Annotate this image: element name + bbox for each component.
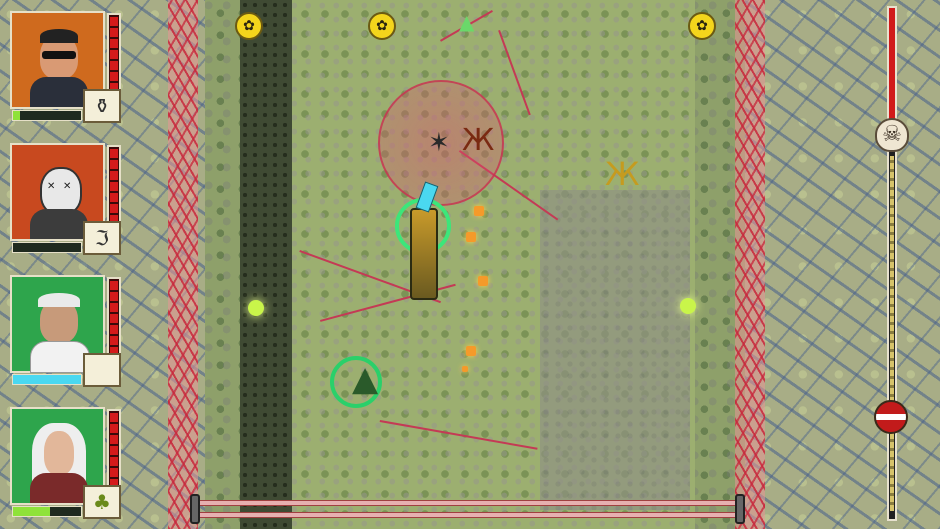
party-member-2[interactable]: ✕ ✕ ℑ bbox=[10, 143, 127, 255]
rail-cap-left bbox=[190, 494, 200, 524]
party-member-4[interactable]: ♣ bbox=[10, 407, 127, 519]
bottom-energy-rail bbox=[190, 494, 745, 524]
glyph-rune-icon[interactable]: ℑ bbox=[83, 221, 121, 255]
direction-arrow-icon: ▲ bbox=[459, 10, 475, 34]
clover-coin-icon[interactable]: ✿ bbox=[688, 12, 716, 40]
energy-bar bbox=[12, 242, 82, 253]
skull-icon: ☠ bbox=[875, 118, 909, 152]
red-vein-right bbox=[735, 0, 765, 529]
x-eye: ✕ bbox=[47, 181, 56, 192]
danger-fill bbox=[889, 8, 895, 120]
player-position-marker bbox=[874, 399, 908, 434]
energy-bar bbox=[12, 374, 82, 385]
sunglasses-hero-portrait bbox=[30, 27, 88, 107]
health-bar bbox=[107, 13, 121, 95]
fire-spark bbox=[474, 206, 484, 216]
green-pickup[interactable] bbox=[680, 298, 696, 314]
health-bar bbox=[107, 277, 121, 359]
x-eye: ✕ bbox=[63, 181, 72, 192]
health-bar bbox=[107, 145, 121, 227]
fire-spark bbox=[478, 276, 488, 286]
hair bbox=[40, 29, 78, 43]
green-pickup[interactable] bbox=[248, 300, 264, 316]
fire-spark bbox=[466, 232, 476, 242]
game-viewport: ✶ Ж Ж ▲ ▲ ✿ ✿ ✿ ⚱ ✕ ✕ ℑ ♣ ☠ bbox=[0, 0, 940, 529]
player-tank[interactable] bbox=[410, 208, 438, 300]
party-member-1[interactable]: ⚱ bbox=[10, 11, 127, 123]
enemy-gunner[interactable]: Ж bbox=[605, 158, 639, 190]
level-progress-gauge: ☠ bbox=[874, 6, 909, 521]
old-scientist-hero-portrait bbox=[30, 291, 90, 373]
dark-river bbox=[240, 0, 292, 529]
party-member-3[interactable] bbox=[10, 275, 127, 387]
enemy-brute[interactable]: Ж bbox=[462, 126, 494, 156]
pineapple-grenade-icon[interactable]: ♣ bbox=[83, 485, 121, 519]
empty-slot-icon[interactable] bbox=[83, 353, 121, 387]
white-haired-warrior-hero-portrait bbox=[30, 423, 88, 503]
potion-bag-icon[interactable]: ⚱ bbox=[83, 89, 121, 123]
energy-bar bbox=[12, 506, 82, 517]
fire-spark bbox=[466, 346, 476, 356]
energy-bar bbox=[12, 110, 82, 121]
red-vein-left bbox=[168, 0, 198, 529]
clover-coin-icon[interactable]: ✿ bbox=[368, 12, 396, 40]
ally-fighter[interactable]: ▲ bbox=[352, 362, 378, 396]
rail-cap-right bbox=[735, 494, 745, 524]
clover-coin-icon[interactable]: ✿ bbox=[235, 12, 263, 40]
sunglasses bbox=[42, 51, 76, 59]
health-bar bbox=[107, 409, 121, 491]
skull-masked-hero-portrait: ✕ ✕ bbox=[30, 159, 88, 239]
rubble-patch bbox=[540, 190, 690, 510]
white-hair bbox=[38, 293, 80, 307]
fire-spark bbox=[462, 366, 468, 372]
progress-track bbox=[890, 156, 894, 511]
enemy-spider[interactable]: ✶ bbox=[428, 130, 450, 156]
